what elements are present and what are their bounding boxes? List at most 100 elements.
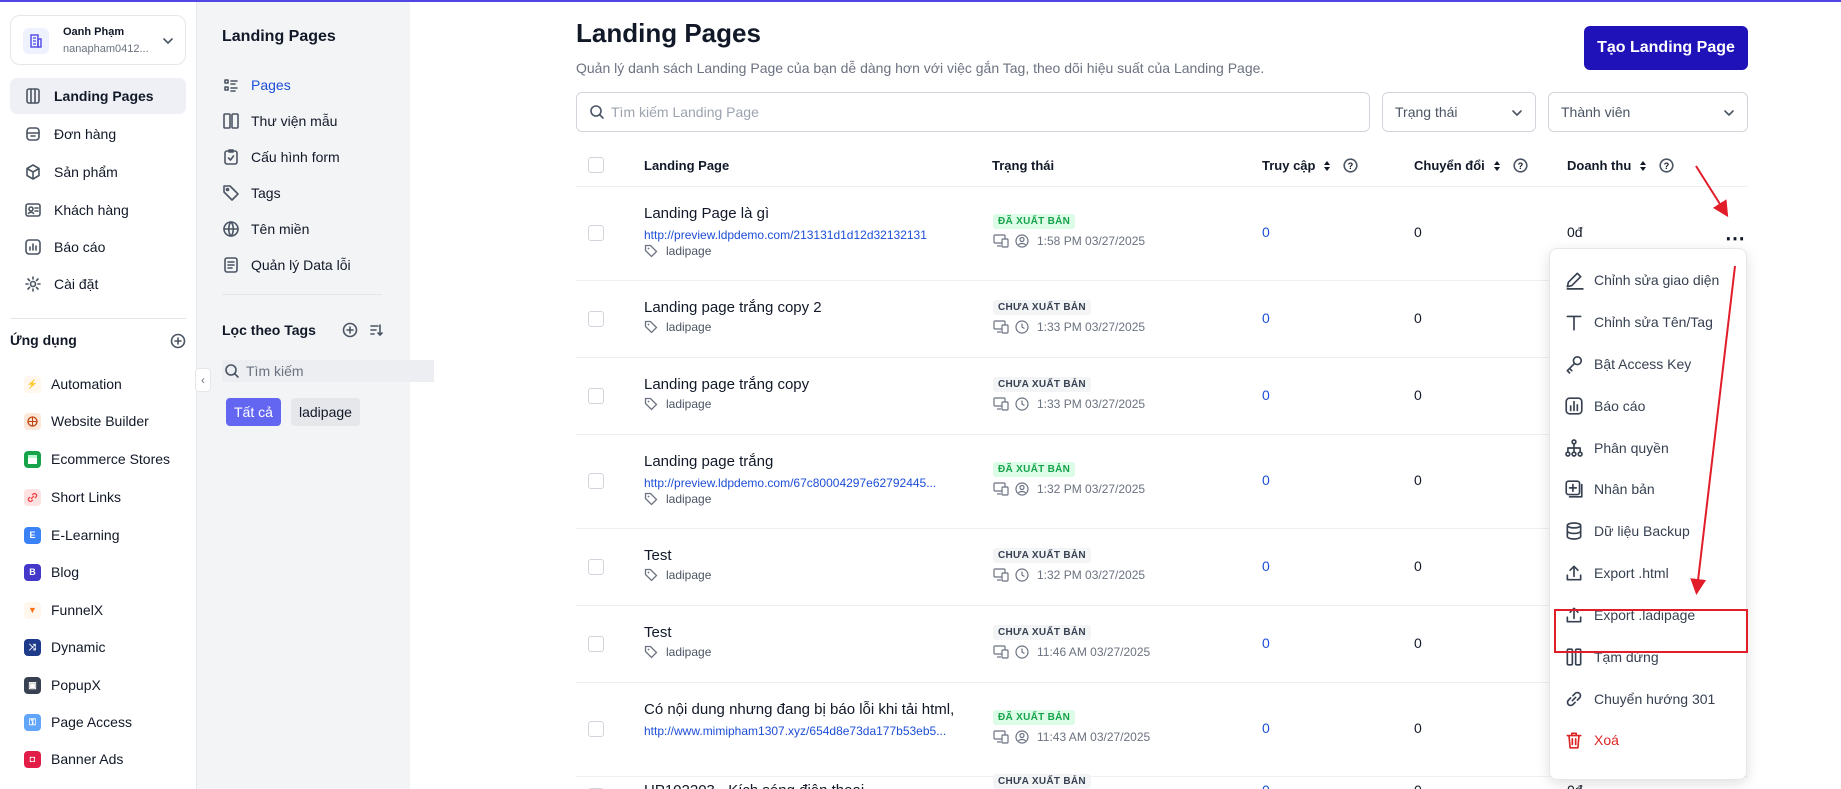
sidebar-item-settings[interactable]: Cài đặt	[10, 266, 186, 302]
sidebar-divider	[10, 318, 186, 319]
subnav-item-tags[interactable]: Tags	[222, 180, 281, 206]
menu-item-3[interactable]: Bật Access Key	[1564, 349, 1734, 379]
app-dynamic[interactable]: ⤨ Dynamic	[24, 632, 105, 662]
landing-page-url[interactable]: http://www.mimipham1307.xyz/654d8e73da17…	[644, 724, 964, 738]
subnav-item-templates[interactable]: Thư viện mẫu	[222, 108, 337, 134]
landing-page-name[interactable]: Landing Page là gì	[644, 205, 769, 222]
app-banner-ads[interactable]: ◘ Banner Ads	[24, 744, 123, 774]
subnav-item-error-data[interactable]: Quản lý Data lỗi	[222, 252, 351, 278]
subnav-item-domains[interactable]: Tên miền	[222, 216, 309, 242]
menu-item-8[interactable]: Export .html	[1564, 558, 1734, 588]
landing-page-name[interactable]: Landing page trắng copy 2	[644, 299, 822, 316]
menu-item-9[interactable]: Export .ladipage	[1564, 600, 1734, 630]
row-checkbox[interactable]	[588, 558, 604, 575]
create-landing-page-button[interactable]: Tạo Landing Page	[1584, 26, 1748, 70]
collapse-sidebar-button[interactable]: ‹	[195, 368, 211, 392]
sidebar-item-orders[interactable]: Đơn hàng	[10, 116, 186, 152]
status-filter-select[interactable]: Trạng thái	[1382, 92, 1536, 132]
help-icon[interactable]: ?	[1343, 158, 1359, 173]
row-checkbox[interactable]	[588, 473, 604, 489]
row-tag[interactable]: ladipage	[644, 492, 711, 506]
add-tag-button[interactable]	[342, 322, 358, 338]
landing-page-url[interactable]: http://preview.ldpdemo.com/67c80004297e6…	[644, 476, 964, 490]
sort-tags-button[interactable]	[369, 323, 383, 337]
row-tag[interactable]: ladipage	[644, 645, 711, 659]
menu-item-7[interactable]: Dữ liệu Backup	[1564, 516, 1734, 546]
app-automation[interactable]: ⚡ Automation	[24, 369, 122, 399]
menu-item-5[interactable]: Phân quyền	[1564, 433, 1734, 463]
menu-item-6[interactable]: Nhân bản	[1564, 474, 1734, 504]
menu-item-2[interactable]: Chỉnh sửa Tên/Tag	[1564, 307, 1734, 337]
landing-page-name[interactable]: HP102203 - Kích sóng điện thoại	[644, 782, 864, 789]
column-header-visits[interactable]: Truy cập ?	[1262, 158, 1359, 173]
help-icon[interactable]: ?	[1513, 158, 1528, 173]
column-header-revenue[interactable]: Doanh thu ?	[1567, 158, 1674, 173]
chevron-down-icon	[161, 34, 175, 48]
row-checkbox[interactable]	[588, 225, 604, 241]
menu-item-label: Chỉnh sửa Tên/Tag	[1594, 314, 1713, 330]
row-checkbox[interactable]	[588, 310, 604, 327]
landing-page-name[interactable]: Có nội dung nhưng đang bị báo lỗi khi tả…	[644, 701, 954, 718]
landing-page-name[interactable]: Test	[644, 624, 672, 641]
sort-icon[interactable]	[1493, 160, 1501, 172]
app-website-builder[interactable]: Website Builder	[24, 406, 149, 436]
account-switcher[interactable]: Oanh Phạm nanapham0412...	[10, 15, 186, 65]
sort-icon	[370, 324, 383, 336]
menu-item-12[interactable]: Xoá	[1564, 725, 1734, 755]
row-tag[interactable]: ladipage	[644, 397, 711, 411]
status-badge: CHƯA XUẤT BẢN	[993, 774, 1091, 789]
menu-item-1[interactable]: Chỉnh sửa giao diện	[1564, 265, 1734, 295]
select-all-checkbox[interactable]	[588, 157, 604, 173]
row-checkbox[interactable]	[588, 387, 604, 404]
menu-item-11[interactable]: Chuyển hướng 301	[1564, 684, 1734, 714]
landing-page-name[interactable]: Test	[644, 547, 672, 564]
app-ecommerce-stores[interactable]: Ecommerce Stores	[24, 444, 170, 474]
app-popupx[interactable]: ▣ PopupX	[24, 670, 101, 700]
app-short-links[interactable]: Short Links	[24, 482, 121, 512]
row-visits[interactable]: 0	[1262, 558, 1270, 574]
row-tag[interactable]: ladipage	[644, 244, 711, 258]
report-chart-icon	[1564, 396, 1584, 416]
row-visits[interactable]: 0	[1262, 224, 1270, 240]
add-app-button[interactable]	[170, 333, 186, 349]
row-visits[interactable]: 0	[1262, 472, 1270, 488]
sidebar-item-customers[interactable]: Khách hàng	[10, 192, 186, 228]
row-visits[interactable]: 0	[1262, 635, 1270, 651]
subnav-item-pages[interactable]: Pages	[222, 72, 291, 98]
row-updated-time: 11:43 AM 03/27/2025	[1037, 730, 1151, 744]
row-meta: 1:58 PM 03/27/2025	[993, 234, 1145, 248]
sidebar-item-products[interactable]: Sản phẩm	[10, 154, 186, 190]
app-blog[interactable]: B Blog	[24, 557, 79, 587]
landing-page-name[interactable]: Landing page trắng copy	[644, 376, 809, 393]
row-visits[interactable]: 0	[1262, 782, 1270, 789]
row-visits[interactable]: 0	[1262, 720, 1270, 736]
tag-chip-all[interactable]: Tất cả	[226, 398, 281, 426]
sort-icon[interactable]	[1639, 160, 1647, 172]
column-header-conversions[interactable]: Chuyển đổi ?	[1414, 158, 1528, 173]
row-visits[interactable]: 0	[1262, 310, 1270, 326]
tag-search-input[interactable]: Tìm kiếm	[222, 360, 434, 382]
help-icon[interactable]: ?	[1659, 158, 1674, 173]
app-funnelx[interactable]: ▼ FunnelX	[24, 595, 103, 625]
row-meta: 11:43 AM 03/27/2025	[993, 730, 1150, 744]
row-visits[interactable]: 0	[1262, 387, 1270, 403]
menu-item-4[interactable]: Báo cáo	[1564, 391, 1734, 421]
member-filter-select[interactable]: Thành viên	[1548, 92, 1748, 132]
landing-page-name[interactable]: Landing page trắng	[644, 453, 773, 470]
subnav-item-form-config[interactable]: Cấu hình form	[222, 144, 340, 170]
tag-chip-ladipage[interactable]: ladipage	[291, 398, 360, 426]
row-checkbox[interactable]	[588, 721, 604, 737]
menu-item-10[interactable]: Tạm dừng	[1564, 642, 1734, 672]
sidebar-item-landing-pages[interactable]: Landing Pages	[10, 78, 186, 114]
row-checkbox[interactable]	[588, 635, 604, 652]
row-tag-label: ladipage	[666, 645, 712, 659]
row-tag[interactable]: ladipage	[644, 320, 711, 334]
app-page-access[interactable]: ⚿ Page Access	[24, 707, 132, 737]
landing-page-search-input[interactable]: Tìm kiếm Landing Page	[576, 92, 1370, 132]
sort-icon[interactable]	[1323, 160, 1331, 172]
row-tag[interactable]: ladipage	[644, 568, 711, 582]
app-e-learning[interactable]: E E-Learning	[24, 520, 120, 550]
sidebar-item-reports[interactable]: Báo cáo	[10, 229, 186, 265]
landing-page-url[interactable]: http://preview.ldpdemo.com/213131d1d12d3…	[644, 228, 964, 242]
row-conversions: 0	[1414, 634, 1422, 651]
